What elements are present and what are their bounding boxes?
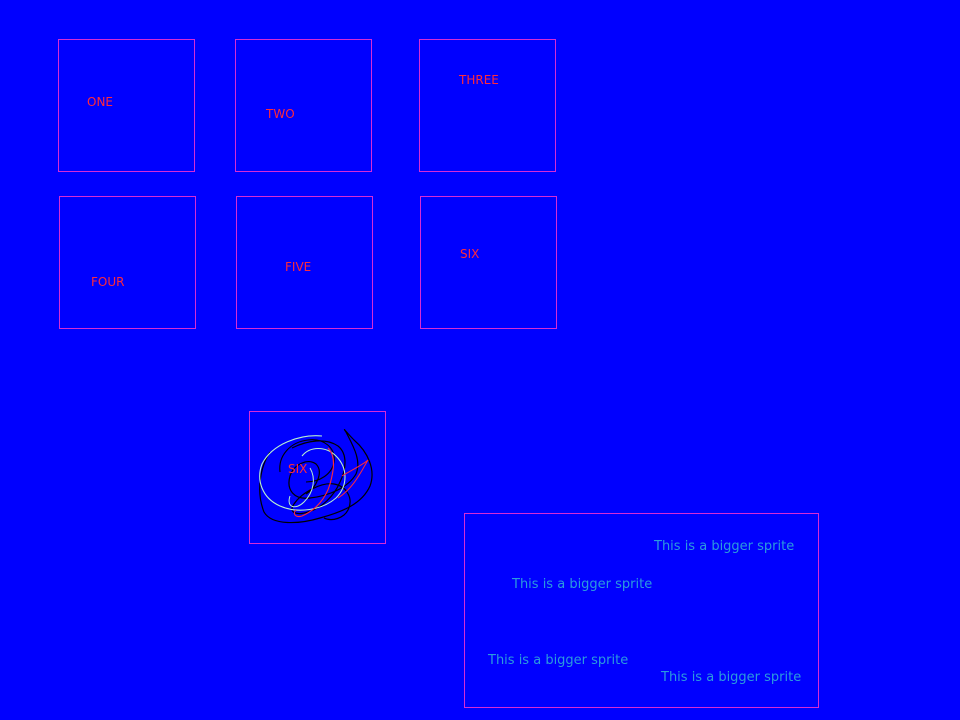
- sprite-label: SIX: [460, 247, 480, 261]
- sprite-label: FIVE: [285, 260, 312, 274]
- sprite-two[interactable]: TWO: [235, 39, 372, 172]
- bigger-sprite-label: This is a bigger sprite: [488, 653, 629, 668]
- bigger-sprite-label: This is a bigger sprite: [654, 539, 795, 554]
- sprite-label: TWO: [266, 107, 295, 121]
- bigger-sprite-label: This is a bigger sprite: [661, 670, 802, 685]
- scribble-stroke-black: [291, 440, 351, 521]
- bigger-sprite-label: This is a bigger sprite: [512, 577, 653, 592]
- sprite-six-scribbled[interactable]: SIX: [249, 411, 386, 544]
- sprite-label: FOUR: [91, 275, 125, 289]
- scribble-drawing: [259, 428, 373, 524]
- sprite-label: THREE: [459, 73, 499, 87]
- sprite-three[interactable]: THREE: [419, 39, 556, 172]
- sprite-one[interactable]: ONE: [58, 39, 195, 172]
- sprite-four[interactable]: FOUR: [59, 196, 196, 329]
- game-stage[interactable]: ONE TWO THREE FOUR FIVE SIX SIX This is …: [0, 0, 960, 720]
- sprite-five[interactable]: FIVE: [236, 196, 373, 329]
- scribble-stroke-red: [293, 447, 335, 518]
- sprite-label: SIX: [288, 462, 308, 476]
- sprite-six[interactable]: SIX: [420, 196, 557, 329]
- sprite-label: ONE: [87, 95, 114, 109]
- bigger-sprite[interactable]: This is a bigger sprite This is a bigger…: [464, 513, 819, 708]
